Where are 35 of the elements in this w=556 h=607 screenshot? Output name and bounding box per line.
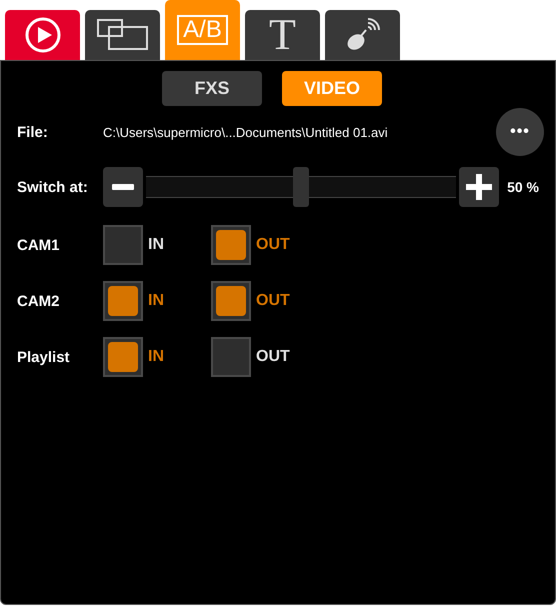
checkbox[interactable] [103,337,143,377]
more-button[interactable]: ••• [496,108,544,156]
checkbox-label: IN [148,348,164,366]
tab[interactable]: T [245,10,320,60]
switch-value: 50 % [507,179,539,195]
checkbox-label: OUT [256,236,290,254]
tab[interactable] [325,10,400,60]
decrease-button[interactable] [103,167,143,207]
minus-icon [112,184,134,190]
checkbox[interactable] [103,281,143,321]
source-name: CAM2 [17,292,61,310]
plus-icon [466,174,492,200]
switch-label: Switch at: [17,178,89,196]
checkbox[interactable] [211,225,251,265]
source-name: CAM1 [17,236,61,254]
checkbox-label: OUT [256,292,290,310]
tab[interactable] [85,10,160,60]
checkbox-label: OUT [256,348,290,366]
mode-tab[interactable]: FXS [162,71,262,106]
checkbox-label: IN [148,292,164,310]
checkbox[interactable] [211,337,251,377]
slider-thumb[interactable] [293,167,310,207]
checkbox-label: IN [148,236,164,254]
satellite-dish-icon [346,18,380,52]
increase-button[interactable] [459,167,500,207]
ab-icon: A/B [177,15,228,45]
file-label: File: [17,124,49,140]
play-icon [24,17,60,53]
checkbox[interactable] [211,281,251,321]
text-icon: T [269,13,296,57]
source-name: Playlist [17,348,71,366]
file-path: C:\Users\supermicro\...Documents\Untitled 01.avi [103,124,389,140]
checkbox[interactable] [103,225,143,265]
overlapping-windows-icon [96,19,148,51]
tab[interactable] [5,10,80,60]
